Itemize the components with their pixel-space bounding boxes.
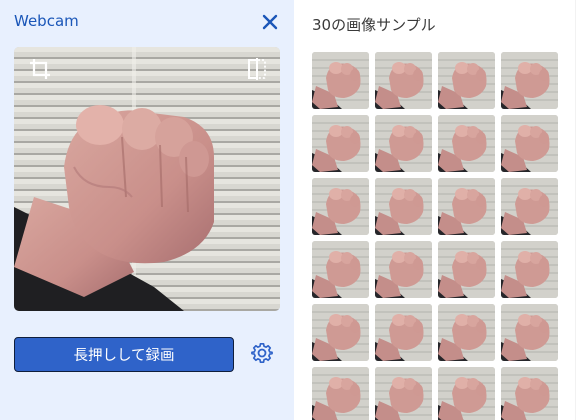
record-button[interactable]: 長押しして録画 — [14, 337, 234, 372]
close-icon[interactable] — [261, 13, 279, 31]
sample-thumbnail[interactable] — [501, 115, 558, 172]
sample-thumbnail[interactable] — [501, 367, 558, 420]
sample-thumbnail[interactable] — [312, 115, 369, 172]
webcam-panel: Webcam 長押しして録画 — [0, 0, 294, 420]
sample-thumbnail[interactable] — [312, 304, 369, 361]
samples-title: 30の画像サンプル — [312, 16, 436, 34]
sample-thumbnail[interactable] — [375, 115, 432, 172]
sample-thumbnail[interactable] — [312, 367, 369, 420]
sample-thumbnail[interactable] — [438, 241, 495, 298]
sample-thumbnail[interactable] — [312, 52, 369, 109]
webcam-image — [14, 47, 280, 311]
webcam-preview — [14, 47, 280, 311]
sample-thumbnail[interactable] — [438, 367, 495, 420]
sample-thumbnail[interactable] — [375, 367, 432, 420]
sample-thumbnail[interactable] — [438, 304, 495, 361]
sample-thumbnail[interactable] — [312, 178, 369, 235]
sample-thumbnail[interactable] — [501, 241, 558, 298]
sample-thumbnail[interactable] — [438, 178, 495, 235]
app-root: Webcam 長押しして録画 30の画像サンプル — [0, 0, 576, 420]
sample-thumbnail[interactable] — [501, 304, 558, 361]
sample-thumbnail[interactable] — [312, 241, 369, 298]
samples-panel: 30の画像サンプル — [294, 0, 576, 420]
crop-icon[interactable] — [28, 57, 52, 81]
panel-title: Webcam — [14, 12, 79, 30]
sample-thumbnail[interactable] — [501, 52, 558, 109]
flip-horizontal-icon[interactable] — [246, 57, 268, 81]
sample-thumbnail[interactable] — [375, 304, 432, 361]
sample-grid — [312, 52, 564, 420]
sample-thumbnail[interactable] — [438, 52, 495, 109]
sample-thumbnail[interactable] — [438, 115, 495, 172]
sample-thumbnail[interactable] — [375, 52, 432, 109]
sample-thumbnail[interactable] — [375, 178, 432, 235]
sample-thumbnail[interactable] — [501, 178, 558, 235]
gear-icon[interactable] — [251, 342, 273, 364]
sample-thumbnail[interactable] — [375, 241, 432, 298]
